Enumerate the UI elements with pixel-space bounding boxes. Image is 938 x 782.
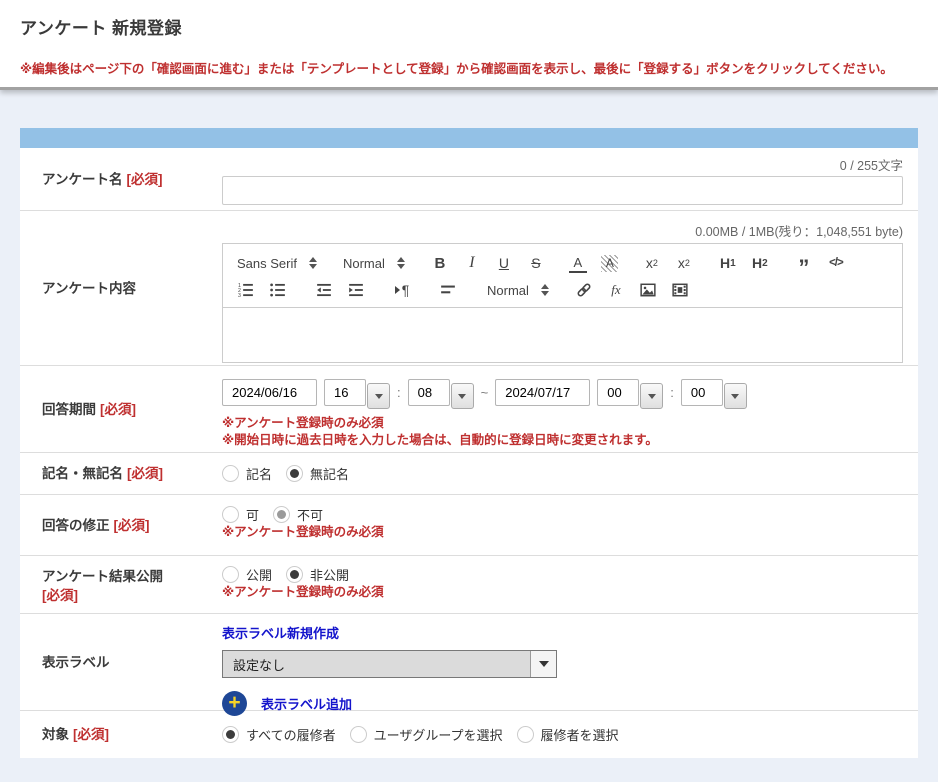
start-hour-input[interactable] xyxy=(324,379,366,406)
outdent-icon[interactable] xyxy=(315,280,333,300)
naming-label: 記名・無記名 [必須] xyxy=(20,453,222,494)
survey-content-label: アンケート内容 xyxy=(20,211,222,365)
header1-icon[interactable]: H1 xyxy=(719,253,737,273)
font-select[interactable]: Sans Serif xyxy=(237,256,317,271)
radio-modify-not-allowed[interactable] xyxy=(273,506,290,523)
target-label: 対象 [必須] xyxy=(20,711,222,758)
card-accent-bar xyxy=(20,128,918,148)
display-label-label: 表示ラベル xyxy=(20,614,222,710)
link-icon[interactable] xyxy=(575,280,593,300)
form-row-survey-content: アンケート内容 0.00MB / 1MB(残り：1,048,551 byte) … xyxy=(20,211,918,366)
radio-public[interactable] xyxy=(222,566,239,583)
required-badge: [必須] xyxy=(42,588,78,603)
start-minute-combo xyxy=(408,379,474,409)
page-header: アンケート 新規登録 ※編集後はページ下の「確認画面に進む」または「テンプレート… xyxy=(0,0,938,90)
ordered-list-icon[interactable]: 123 xyxy=(237,280,255,300)
updown-icon xyxy=(541,284,549,296)
required-badge: [必須] xyxy=(126,170,162,189)
warning-text: ※編集後はページ下の「確認画面に進む」または「テンプレートとして登録」から確認画… xyxy=(20,58,918,77)
editor-content[interactable] xyxy=(222,308,903,363)
updown-icon xyxy=(397,257,405,269)
bullet-list-icon[interactable] xyxy=(269,280,287,300)
superscript-icon[interactable]: x2 xyxy=(675,253,693,273)
radio-modify-allowed[interactable] xyxy=(222,506,239,523)
select-dropdown-button[interactable] xyxy=(530,651,556,677)
start-hour-combo xyxy=(324,379,390,409)
survey-name-label: アンケート名 [必須] xyxy=(20,148,222,210)
form-row-modify: 回答の修正 [必須] 可 不可 ※アンケート登録時のみ必須 xyxy=(20,495,918,556)
video-icon[interactable] xyxy=(671,280,689,300)
start-date-input[interactable] xyxy=(222,379,317,406)
form-row-naming: 記名・無記名 [必須] 記名 無記名 xyxy=(20,453,918,495)
end-date-input[interactable] xyxy=(495,379,590,406)
publish-label: アンケート結果公開 [必須] xyxy=(20,556,222,613)
svg-text:3: 3 xyxy=(238,293,241,298)
radio-private[interactable] xyxy=(286,566,303,583)
end-hour-input[interactable] xyxy=(597,379,639,406)
form-row-target: 対象 [必須] すべての履修者 ユーザグループを選択 履修者を選択 xyxy=(20,711,918,758)
dropdown-button[interactable] xyxy=(640,383,663,409)
char-counter: 0 / 255文字 xyxy=(222,155,903,174)
dropdown-button[interactable] xyxy=(367,383,390,409)
end-minute-combo xyxy=(681,379,747,409)
period-note-1: ※アンケート登録時のみ必須 xyxy=(222,415,903,432)
bold-icon[interactable]: B xyxy=(431,253,449,273)
end-hour-combo xyxy=(597,379,663,409)
form-row-publish: アンケート結果公開 [必須] 公開 非公開 ※アンケート登録時のみ必須 xyxy=(20,556,918,614)
required-badge: [必須] xyxy=(114,516,150,535)
radio-select-students[interactable] xyxy=(517,726,534,743)
radio-user-group[interactable] xyxy=(350,726,367,743)
display-label-select[interactable]: 設定なし xyxy=(222,650,557,678)
form-row-survey-name: アンケート名 [必須] 0 / 255文字 xyxy=(20,148,918,211)
heading-select[interactable]: Normal xyxy=(343,256,405,271)
survey-form-card: アンケート名 [必須] 0 / 255文字 アンケート内容 0.00MB / 1… xyxy=(20,128,918,758)
publish-note: ※アンケート登録時のみ必須 xyxy=(222,584,903,601)
form-row-answer-period: 回答期間 [必須] : ~ xyxy=(20,366,918,453)
editor-toolbar: Sans Serif Normal B I U S A A x2 xyxy=(222,243,903,308)
modify-label: 回答の修正 [必須] xyxy=(20,495,222,555)
updown-icon xyxy=(309,257,317,269)
underline-icon[interactable]: U xyxy=(495,253,513,273)
italic-icon[interactable]: I xyxy=(463,253,481,273)
indent-icon[interactable] xyxy=(347,280,365,300)
blockquote-icon[interactable]: ” xyxy=(795,253,813,273)
code-block-icon[interactable]: </> xyxy=(827,253,845,273)
align-icon[interactable] xyxy=(439,280,457,300)
content-area: アンケート名 [必須] 0 / 255文字 アンケート内容 0.00MB / 1… xyxy=(0,90,938,782)
form-row-display-label: 表示ラベル 表示ラベル新規作成 設定なし + 表示ラベル追加 xyxy=(20,614,918,711)
survey-name-input[interactable] xyxy=(222,176,903,205)
radio-named[interactable] xyxy=(222,465,239,482)
strikethrough-icon[interactable]: S xyxy=(527,253,545,273)
required-badge: [必須] xyxy=(100,400,136,419)
subscript-icon[interactable]: x2 xyxy=(643,253,661,273)
radio-anonymous[interactable] xyxy=(286,465,303,482)
text-color-icon[interactable]: A xyxy=(569,253,587,273)
create-display-label-link[interactable]: 表示ラベル新規作成 xyxy=(222,626,339,641)
formula-icon[interactable]: fx xyxy=(607,280,625,300)
start-minute-input[interactable] xyxy=(408,379,450,406)
direction-icon[interactable]: ¶ xyxy=(393,280,411,300)
end-minute-input[interactable] xyxy=(681,379,723,406)
colon-separator: : xyxy=(670,379,674,406)
header2-icon[interactable]: H2 xyxy=(751,253,769,273)
colon-separator: : xyxy=(397,379,401,406)
required-badge: [必須] xyxy=(73,725,109,744)
dropdown-button[interactable] xyxy=(451,383,474,409)
modify-note: ※アンケート登録時のみ必須 xyxy=(222,524,903,541)
period-note-2: ※開始日時に過去日時を入力した場合は、自動的に登録日時に変更されます。 xyxy=(222,432,903,449)
page-title: アンケート 新規登録 xyxy=(20,14,918,39)
required-badge: [必須] xyxy=(127,464,163,483)
answer-period-label: 回答期間 [必須] xyxy=(20,366,222,452)
tilde-separator: ~ xyxy=(481,379,489,406)
highlight-color-icon[interactable]: A xyxy=(601,253,619,273)
size-select[interactable]: Normal xyxy=(487,283,549,298)
radio-all-students[interactable] xyxy=(222,726,239,743)
dropdown-button[interactable] xyxy=(724,383,747,409)
image-icon[interactable] xyxy=(639,280,657,300)
size-counter: 0.00MB / 1MB(残り：1,048,551 byte) xyxy=(222,221,903,240)
